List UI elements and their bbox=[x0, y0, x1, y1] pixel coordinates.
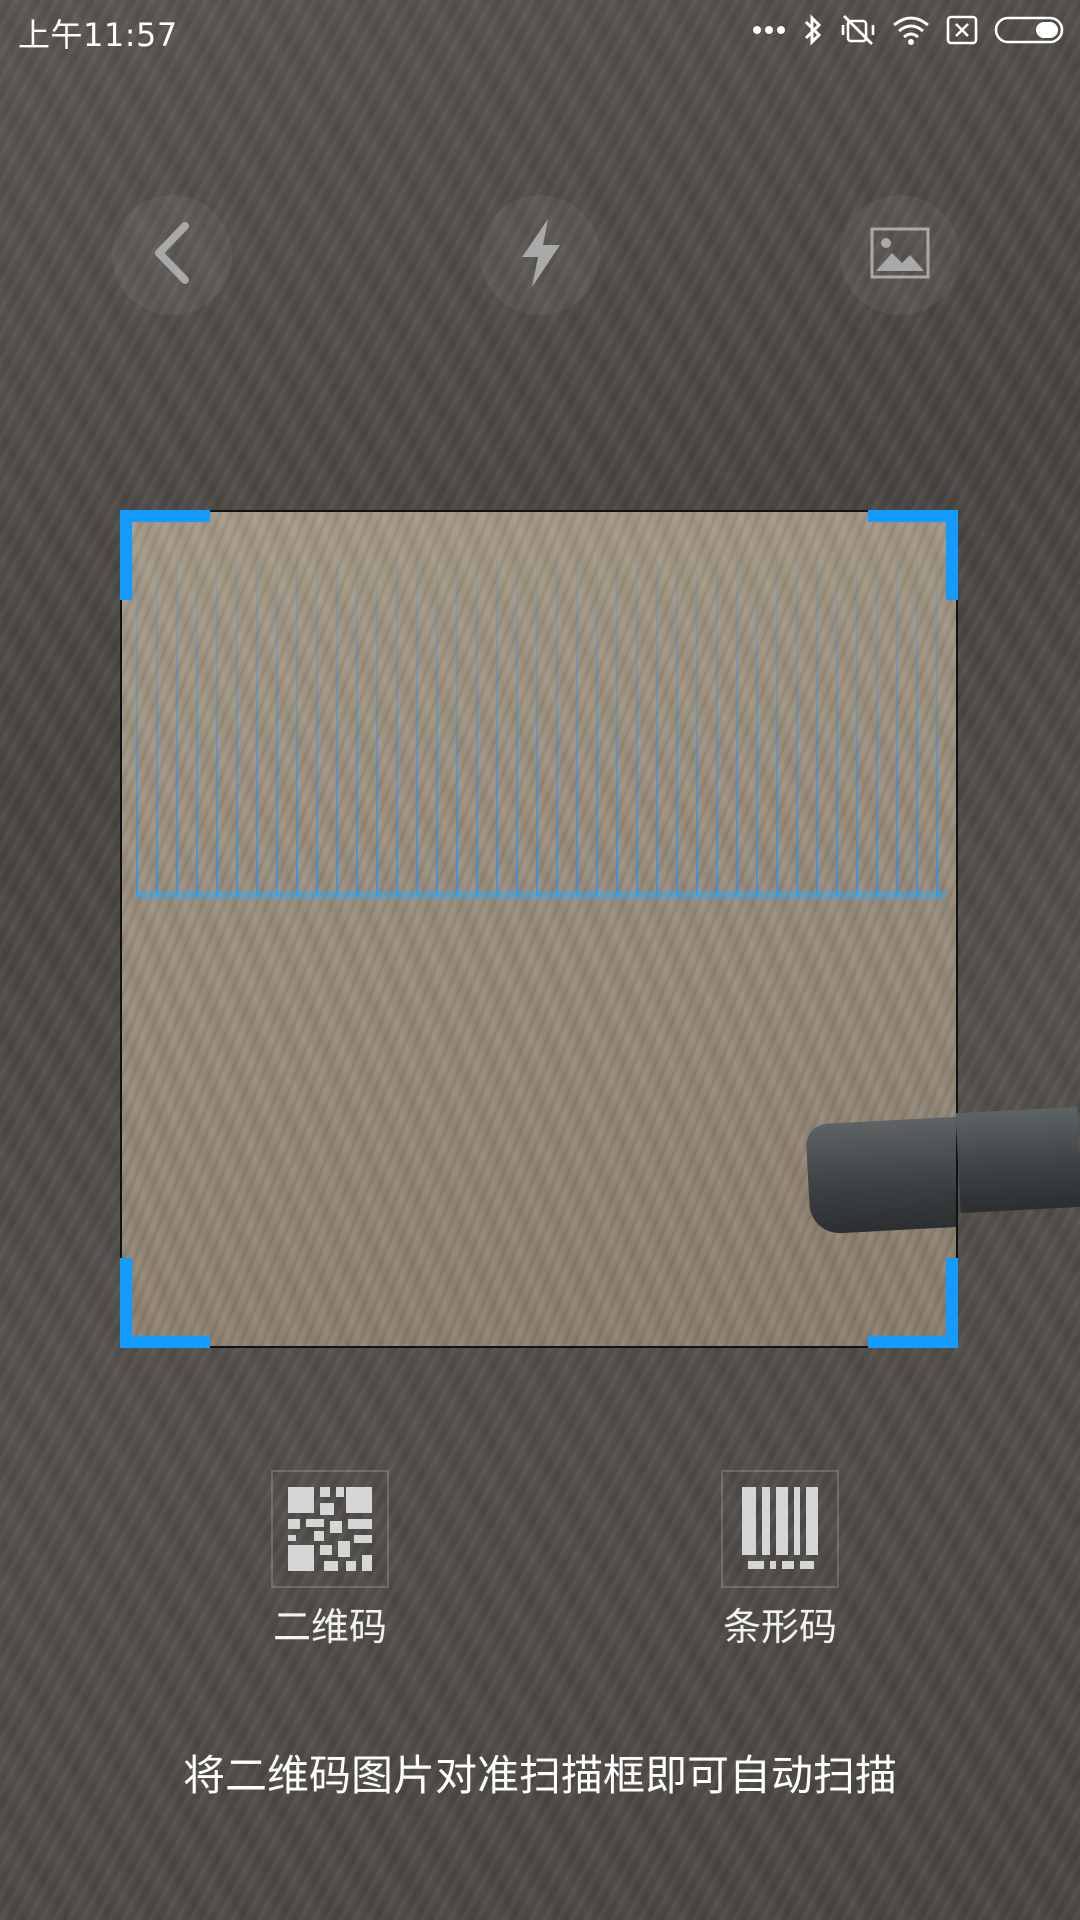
status-bar: 上午11:57 bbox=[0, 0, 1080, 60]
status-time: 上午11:57 bbox=[18, 16, 178, 54]
qr-code-icon bbox=[271, 1470, 389, 1588]
scan-line-animation bbox=[136, 550, 946, 896]
barcode-mode-label: 条形码 bbox=[722, 1605, 837, 1649]
flash-button[interactable] bbox=[480, 195, 600, 315]
no-sim-icon bbox=[946, 15, 978, 45]
flash-icon bbox=[514, 217, 566, 293]
scan-corner-bottom-right bbox=[868, 1258, 958, 1348]
back-button[interactable] bbox=[112, 195, 232, 315]
camera-preview-object-outside bbox=[955, 1106, 1080, 1214]
more-dots-icon bbox=[752, 25, 786, 35]
gallery-button[interactable] bbox=[840, 195, 960, 315]
scan-corner-bottom-left bbox=[120, 1258, 210, 1348]
barcode-icon bbox=[721, 1470, 839, 1588]
vibrate-off-icon bbox=[840, 14, 876, 46]
scan-hint-text: 将二维码图片对准扫描框即可自动扫描 bbox=[182, 1751, 897, 1800]
scan-corner-top-left bbox=[120, 510, 210, 600]
qr-code-mode-button[interactable]: 二维码 bbox=[250, 1470, 410, 1651]
scan-frame bbox=[120, 510, 958, 1348]
wifi-icon bbox=[892, 15, 930, 45]
camera-preview-object bbox=[805, 1115, 956, 1235]
scan-line bbox=[136, 888, 946, 902]
chevron-left-icon bbox=[149, 220, 195, 290]
bluetooth-icon bbox=[802, 14, 824, 46]
scanner-screen: 上午11:57 二维码 条形码 将二维码图片对准扫描框即可自动扫描 bbox=[0, 0, 1080, 1920]
barcode-mode-button[interactable]: 条形码 bbox=[700, 1470, 860, 1651]
battery-icon bbox=[994, 15, 1066, 45]
scan-corner-top-right bbox=[868, 510, 958, 600]
image-icon bbox=[870, 227, 930, 283]
qr-code-mode-label: 二维码 bbox=[272, 1605, 387, 1649]
status-icons bbox=[752, 12, 1066, 48]
